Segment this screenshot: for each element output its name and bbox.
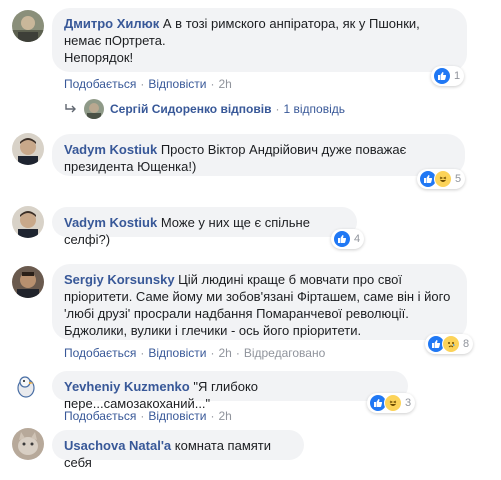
haha-reaction-icon bbox=[434, 170, 452, 188]
comment-text: 'любі друзі' просрали надбання Помаранче… bbox=[64, 306, 409, 321]
comment-author[interactable]: Vadym Kostiuk bbox=[64, 142, 157, 157]
reaction-count: 8 bbox=[463, 338, 470, 350]
comment-bubble: Usachova Natal'a комната памяти себя bbox=[52, 430, 304, 470]
comment-text: Цій людині краще б мовчати про свої bbox=[178, 272, 402, 287]
comment-author[interactable]: Usachova Natal'a bbox=[64, 438, 171, 453]
comment-text: Непорядок! bbox=[64, 50, 134, 65]
like-link[interactable]: Подобається bbox=[64, 77, 136, 91]
haha-reaction-icon bbox=[384, 394, 402, 412]
avatar[interactable] bbox=[12, 133, 44, 165]
comment-author[interactable]: Sergiy Korsunsky bbox=[64, 272, 175, 287]
reaction-count: 3 bbox=[405, 397, 412, 409]
comment-bubble: Дмитро Хилюк А в тозі римского анпіратор… bbox=[52, 8, 467, 72]
avatar[interactable] bbox=[12, 266, 44, 298]
reaction-summary[interactable]: 1 bbox=[431, 66, 465, 86]
reaction-count: 5 bbox=[455, 173, 462, 185]
comment-actions: Подобається · Відповісти · 2h bbox=[64, 77, 232, 91]
reply-link[interactable]: Відповісти bbox=[148, 409, 206, 423]
comment-bubble: Vadym Kostiuk Просто Віктор Андрійович д… bbox=[52, 134, 465, 176]
like-reaction-icon bbox=[333, 230, 351, 248]
comment-author[interactable]: Дмитро Хилюк bbox=[64, 16, 159, 31]
timestamp[interactable]: 2h bbox=[218, 346, 231, 360]
comment-actions: Подобається · Відповісти · 2h · Відредаговано bbox=[64, 346, 326, 360]
comment-text: президента Ющенка!) bbox=[64, 159, 197, 174]
reaction-summary[interactable]: 3 bbox=[367, 393, 416, 413]
comment-bubble: Yevheniy Kuzmenko "Я глибоко пере...само… bbox=[52, 371, 408, 411]
reply-avatar bbox=[84, 99, 104, 119]
comment-text: немає пОртрета. bbox=[64, 33, 166, 48]
reaction-count: 1 bbox=[454, 70, 461, 82]
avatar[interactable] bbox=[12, 206, 44, 238]
timestamp[interactable]: 2h bbox=[218, 409, 231, 423]
comment-author[interactable]: Vadym Kostiuk bbox=[64, 215, 157, 230]
reaction-summary[interactable]: 4 bbox=[331, 229, 365, 249]
like-link[interactable]: Подобається bbox=[64, 409, 136, 423]
reply-author-text[interactable]: Сергій Сидоренко відповів bbox=[110, 102, 271, 116]
reply-arrow-icon bbox=[65, 104, 76, 113]
reaction-count: 4 bbox=[354, 233, 361, 245]
reply-count[interactable]: 1 відповідь bbox=[283, 102, 345, 116]
comment-text: А в тозі римского анпіратора, як у Пшонк… bbox=[162, 16, 420, 31]
comment-bubble: Sergiy Korsunsky Цій людині краще б мовч… bbox=[52, 264, 467, 340]
avatar[interactable] bbox=[12, 10, 44, 42]
reply-link[interactable]: Відповісти bbox=[148, 346, 206, 360]
timestamp[interactable]: 2h bbox=[218, 77, 231, 91]
comment-text: Бджолики, вулики і глечики - ось його пр… bbox=[64, 323, 362, 338]
comment-text: Просто Віктор Андрійович дуже поважає bbox=[160, 142, 407, 157]
comment-text: пріоритети. Саме йому ми зобов'язані Фір… bbox=[64, 289, 451, 304]
comment-actions: Подобається · Відповісти · 2h bbox=[64, 409, 232, 423]
edited-label[interactable]: Відредаговано bbox=[244, 346, 325, 360]
reaction-summary[interactable]: 5 bbox=[417, 169, 466, 189]
replies-summary[interactable]: Сергій Сидоренко відповів · 1 відповідь bbox=[64, 99, 345, 119]
comment-bubble: Vadym Kostiuk Може у них ще є спільне се… bbox=[52, 207, 357, 247]
sad-reaction-icon bbox=[442, 335, 460, 353]
like-link[interactable]: Подобається bbox=[64, 346, 136, 360]
comment-author[interactable]: Yevheniy Kuzmenko bbox=[64, 379, 190, 394]
avatar[interactable] bbox=[12, 428, 44, 460]
avatar[interactable] bbox=[12, 370, 44, 402]
reaction-summary[interactable]: 8 bbox=[425, 334, 474, 354]
reply-link[interactable]: Відповісти bbox=[148, 77, 206, 91]
like-reaction-icon bbox=[433, 67, 451, 85]
